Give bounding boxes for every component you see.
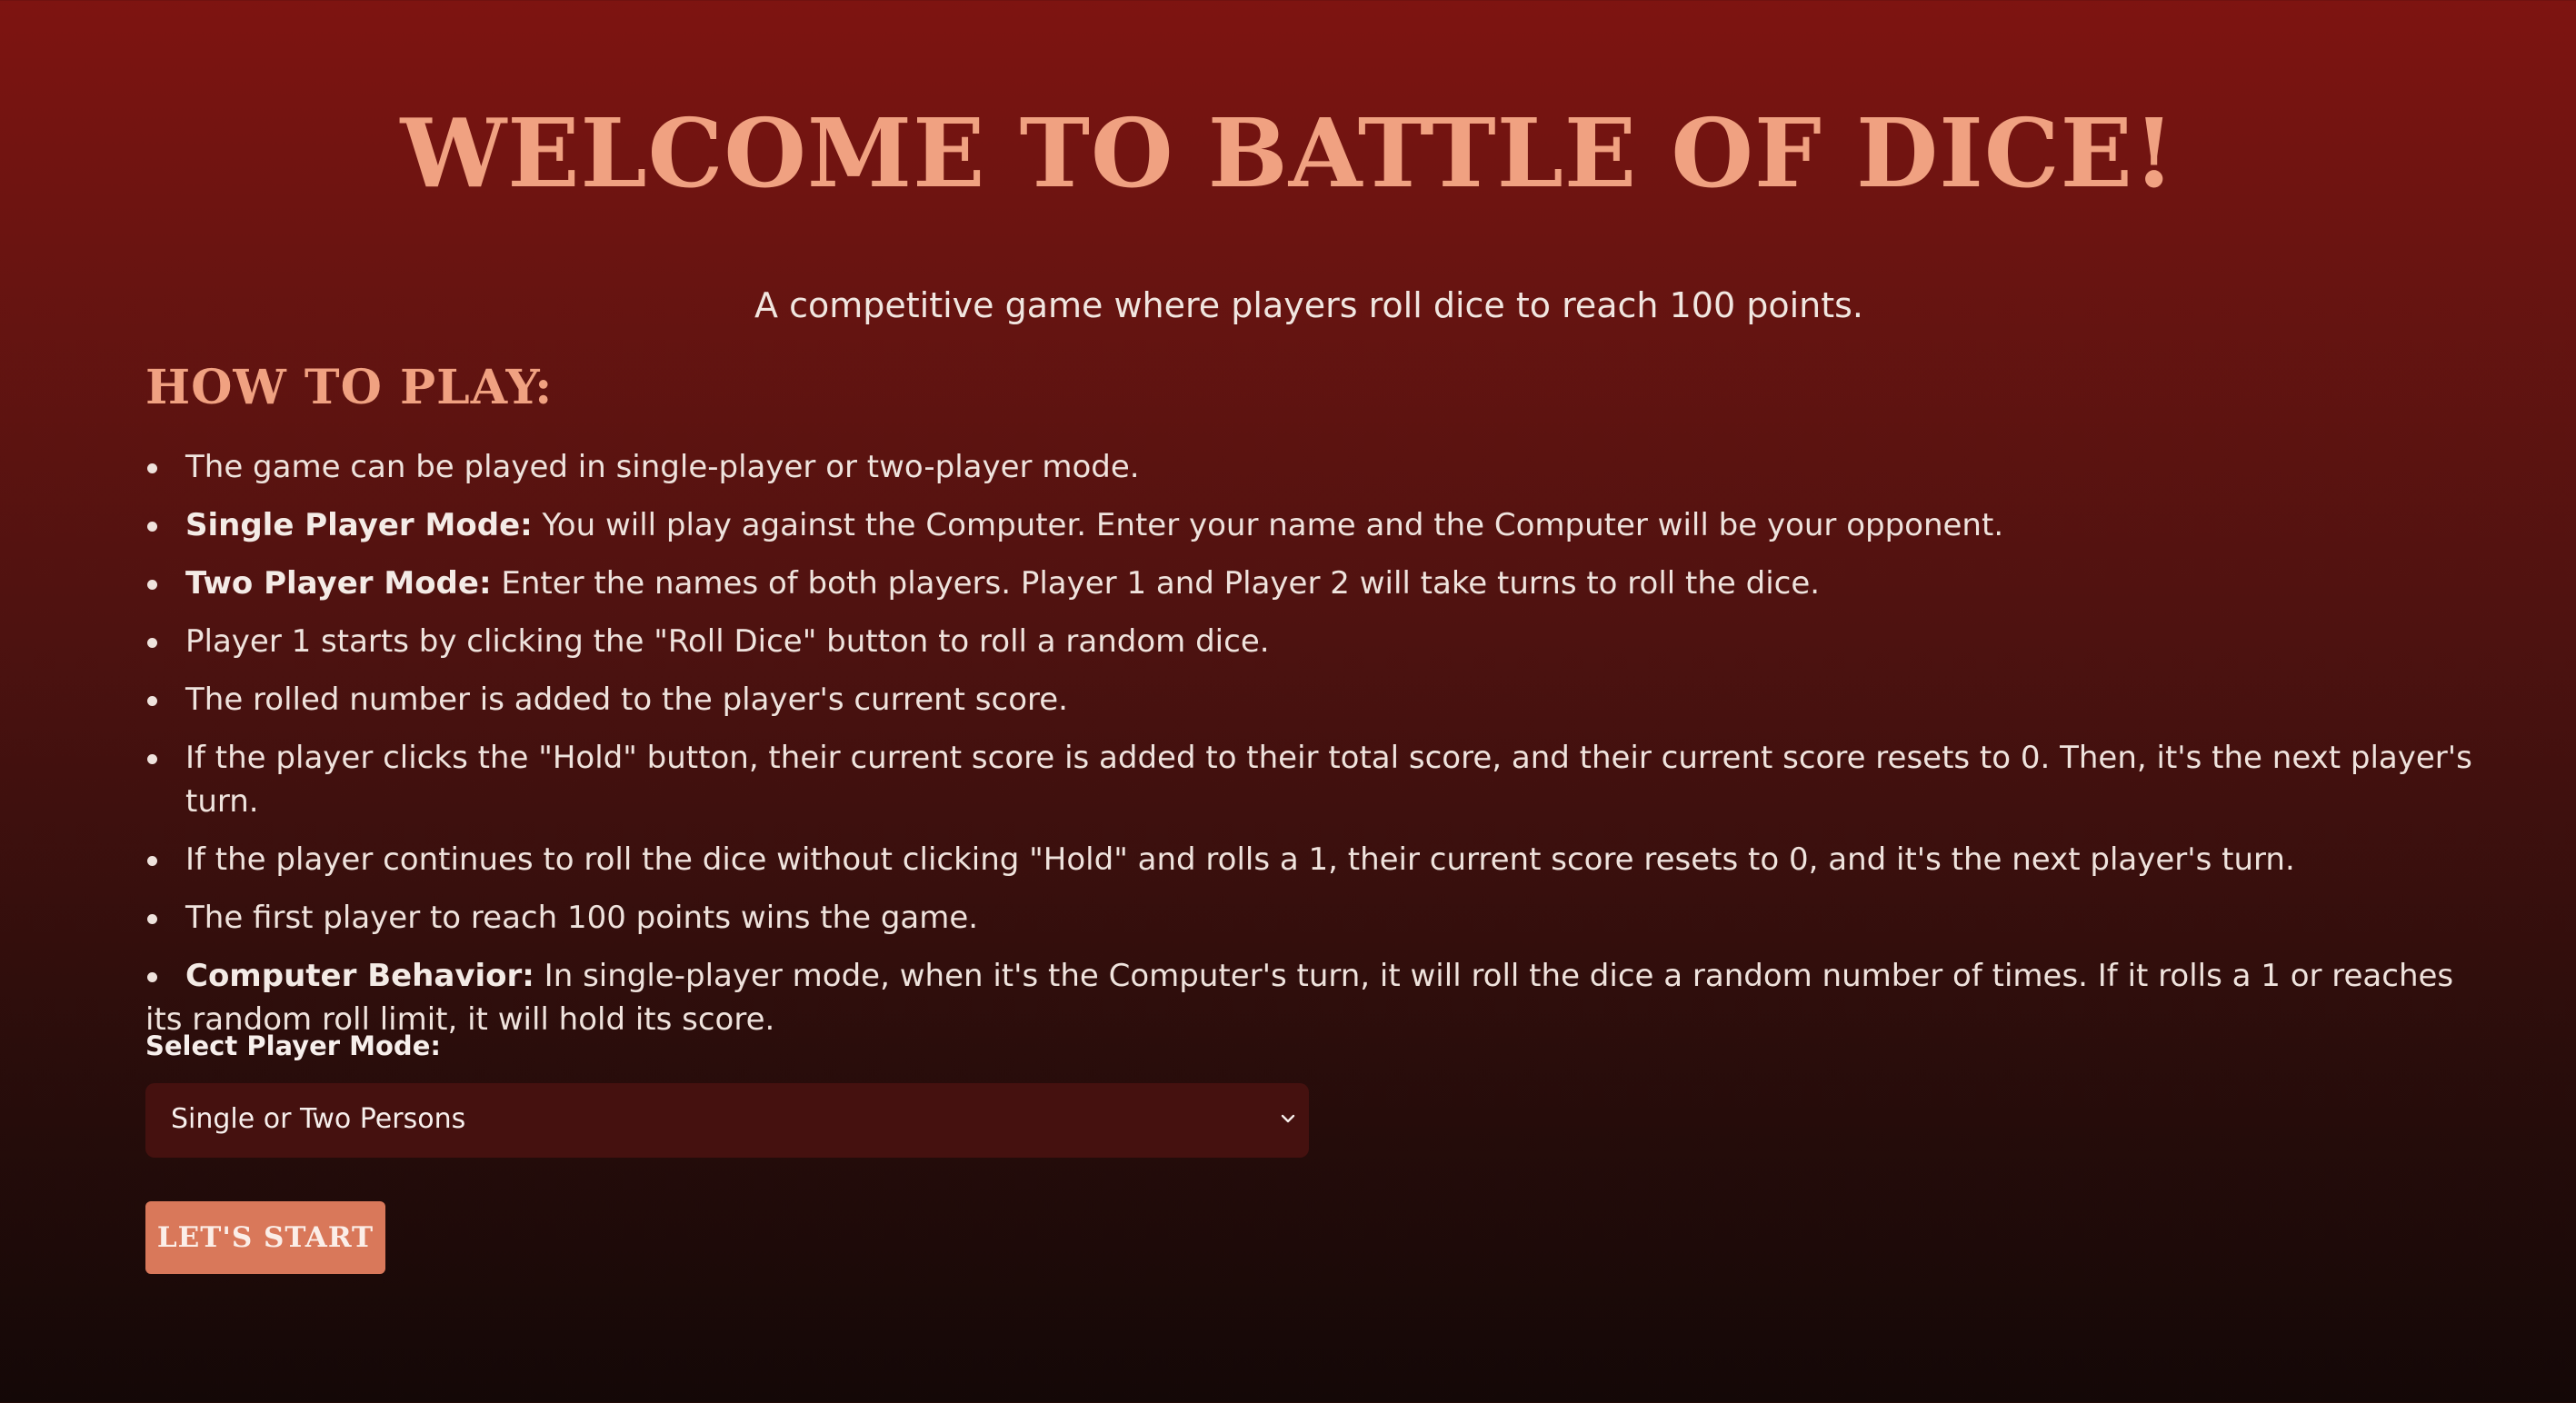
page-title: WELCOME TO BATTLE OF DICE!	[400, 97, 2176, 209]
page-subtitle: A competitive game where players roll di…	[754, 285, 1863, 325]
rule-item: Computer Behavior: In single-player mode…	[145, 954, 2472, 1041]
rule-bold: Single Player Mode:	[185, 507, 533, 543]
rule-bold: Computer Behavior:	[185, 958, 534, 994]
rule-text: You will play against the Computer. Ente…	[532, 507, 2004, 543]
rule-item: Single Player Mode: You will play agains…	[145, 503, 2472, 547]
rule-item: Player 1 starts by clicking the "Roll Di…	[145, 620, 2472, 663]
rule-text: Enter the names of both players. Player …	[491, 565, 1821, 602]
rule-item: The first player to reach 100 points win…	[145, 896, 2472, 940]
rules-list: The game can be played in single-player …	[145, 445, 2472, 1056]
rule-text: The first player to reach 100 points win…	[185, 900, 979, 936]
player-mode-select[interactable]: Single or Two Persons	[145, 1083, 1309, 1158]
chevron-down-icon	[1274, 1105, 1302, 1132]
rule-item: The game can be played in single-player …	[145, 445, 2472, 489]
rule-item: Two Player Mode: Enter the names of both…	[145, 562, 2472, 605]
rule-text: If the player continues to roll the dice…	[185, 841, 2295, 878]
lets-start-button[interactable]: LET'S START	[145, 1201, 385, 1274]
rule-text: The game can be played in single-player …	[185, 449, 1140, 485]
rule-item: If the player clicks the "Hold" button, …	[145, 736, 2472, 823]
rule-text: The rolled number is added to the player…	[185, 682, 1068, 718]
rule-text: Player 1 starts by clicking the "Roll Di…	[185, 623, 1270, 660]
rule-bold: Two Player Mode:	[185, 565, 492, 602]
how-to-play-heading: HOW TO PLAY:	[145, 360, 554, 415]
page: WELCOME TO BATTLE OF DICE! A competitive…	[0, 0, 2576, 1403]
player-mode-selected-value: Single or Two Persons	[171, 1103, 466, 1135]
rule-text: If the player clicks the "Hold" button, …	[185, 740, 2472, 820]
player-mode-label: Select Player Mode:	[145, 1030, 441, 1061]
rule-item: The rolled number is added to the player…	[145, 678, 2472, 721]
rule-item: If the player continues to roll the dice…	[145, 838, 2472, 881]
